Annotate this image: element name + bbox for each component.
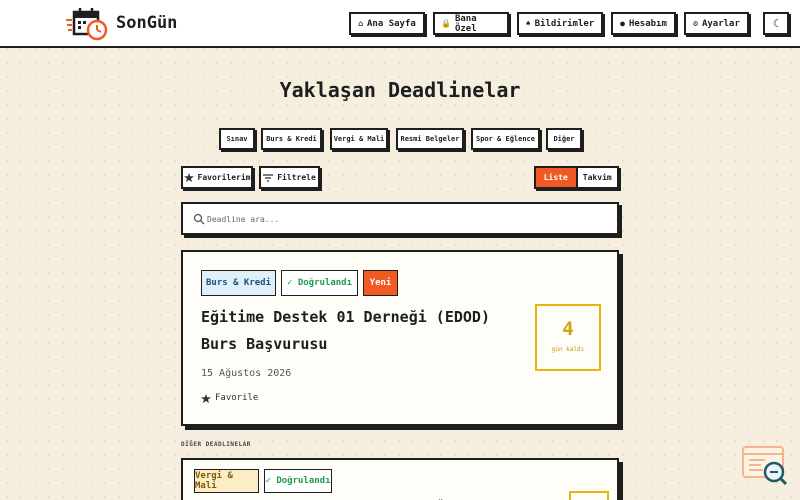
category-vergi-mali[interactable]: Vergi & Mali: [330, 128, 388, 150]
favorites-button[interactable]: Favorilerim: [181, 166, 253, 189]
page-title: Yaklaşan Deadlinelar: [279, 78, 521, 102]
new-badge: Yeni: [363, 270, 398, 296]
nav-home-button[interactable]: ⌂ Ana Sayfa: [349, 12, 425, 35]
category-sinav[interactable]: Sınav: [219, 128, 255, 150]
other-deadlines-heading: DİĞER DEADLINELAR: [181, 441, 251, 448]
search-help-icon[interactable]: [741, 445, 789, 487]
star-icon: [183, 173, 194, 182]
days-left-unit: gün kaldı: [551, 346, 585, 353]
bell-icon: ♠: [525, 19, 531, 28]
deadline-card[interactable]: Vergi & Mali ✓ Doğrulandı ¨: [181, 458, 619, 500]
logo-calendar-clock-icon[interactable]: [66, 6, 112, 42]
nav-settings-button[interactable]: ⚙ Ayarlar: [684, 12, 749, 35]
user-icon: ●: [620, 19, 625, 28]
view-list-tab[interactable]: Liste: [536, 168, 578, 187]
search-icon: [193, 213, 205, 225]
category-resmi-belgeler[interactable]: Resmi Belgeler: [396, 128, 464, 150]
verified-badge: ✓ Doğrulandı: [281, 270, 358, 296]
favorite-button[interactable]: Favorile: [201, 393, 258, 403]
gear-icon: ⚙: [693, 19, 698, 28]
nav-personal-button[interactable]: 🔒 Bana Özel: [433, 12, 509, 35]
deadline-card-featured[interactable]: Burs & Kredi ✓ Doğrulandı Yeni Eğitime D…: [181, 250, 619, 426]
category-tag: Vergi & Mali: [194, 469, 259, 493]
star-icon: [201, 393, 211, 403]
nav-notifications-button[interactable]: ♠ Bildirimler: [517, 12, 603, 35]
filter-icon: [263, 173, 274, 182]
view-toggle: Liste Takvim: [534, 166, 619, 189]
category-tag: Burs & Kredi: [201, 270, 276, 296]
brand-name[interactable]: SonGün: [116, 13, 177, 33]
countdown-box: [569, 491, 609, 500]
filter-button[interactable]: Filtrele: [259, 166, 320, 189]
days-left-number: 4: [562, 318, 574, 340]
nav-account-button[interactable]: ● Hesabım: [611, 12, 676, 35]
category-burs-kredi[interactable]: Burs & Kredi: [261, 128, 322, 150]
theme-toggle-button[interactable]: ☾: [763, 12, 789, 35]
search-box: [181, 202, 619, 235]
lock-icon: 🔒: [441, 19, 451, 28]
countdown-box: 4 gün kaldı: [535, 304, 601, 371]
verified-badge: ✓ Doğrulandı: [264, 469, 332, 493]
deadline-title[interactable]: Eğitime Destek 01 Derneği (EDOD) Burs Ba…: [201, 304, 521, 358]
home-icon: ⌂: [358, 19, 364, 28]
category-spor-eglence[interactable]: Spor & Eğlence: [471, 128, 540, 150]
deadline-date: 15 Ağustos 2026: [201, 368, 292, 379]
top-header: SonGün ⌂ Ana Sayfa 🔒 Bana Özel ♠ Bildiri…: [0, 0, 800, 48]
moon-icon: ☾: [772, 17, 780, 30]
search-input[interactable]: [207, 210, 607, 228]
category-diger[interactable]: Diğer: [546, 128, 582, 150]
view-calendar-tab[interactable]: Takvim: [578, 168, 618, 187]
